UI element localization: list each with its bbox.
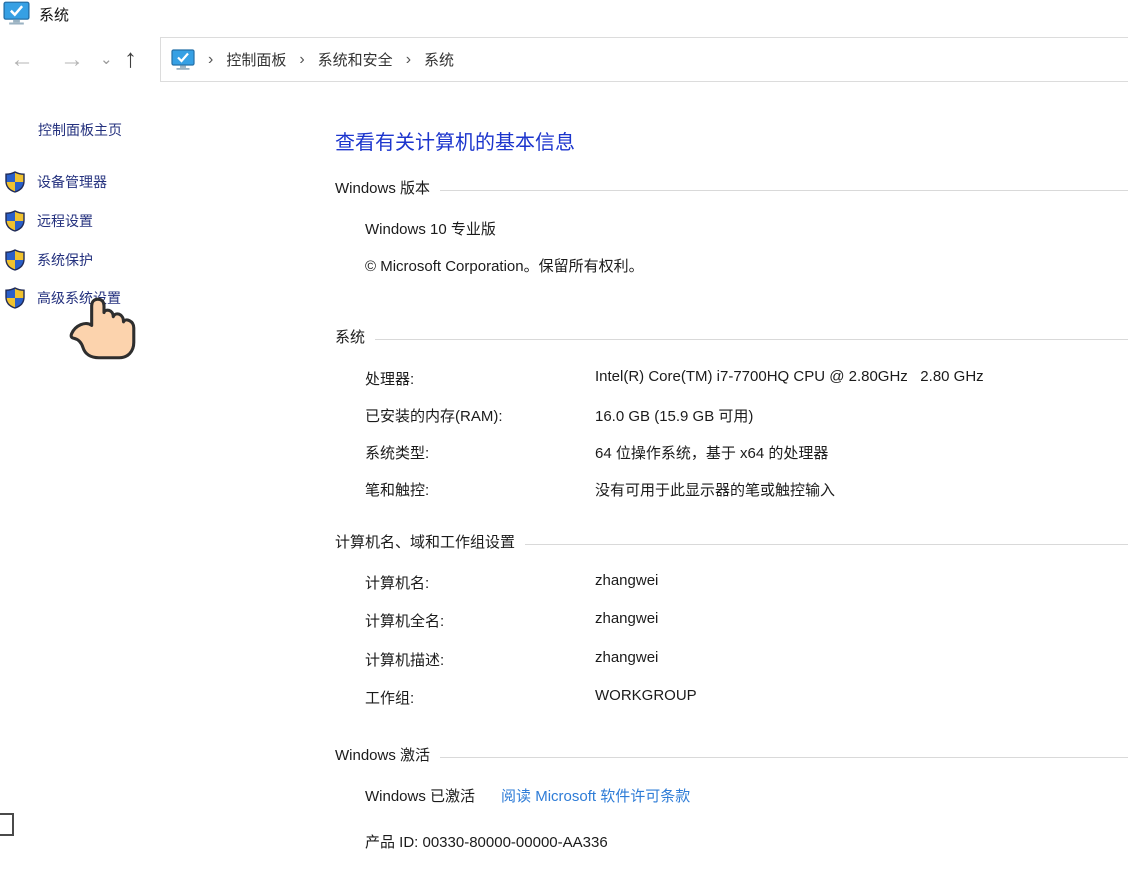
row-label: 计算机名: <box>365 572 595 593</box>
copyright-text: © Microsoft Corporation。保留所有权利。 <box>365 255 644 276</box>
page-title: 查看有关计算机的基本信息 <box>335 126 575 155</box>
row-label: 笔和触控: <box>365 479 595 500</box>
table-row: 系统类型: 64 位操作系统，基于 x64 的处理器 <box>365 442 1128 463</box>
forward-icon[interactable]: → <box>60 48 84 72</box>
cutoff-icon-fragment <box>0 813 14 836</box>
section-divider <box>375 339 1128 340</box>
row-value: 没有可用于此显示器的笔或触控输入 <box>595 479 835 500</box>
sidebar-item-advanced-system-settings[interactable]: 高级系统设置 <box>5 287 121 309</box>
row-label: 计算机全名: <box>365 610 595 631</box>
windows-edition-text: Windows 10 专业版 <box>365 218 496 239</box>
sidebar-item-device-manager[interactable]: 设备管理器 <box>5 171 107 193</box>
uac-shield-icon <box>5 249 25 271</box>
section-divider <box>525 544 1128 545</box>
row-label: 系统类型: <box>365 442 595 463</box>
row-value: 16.0 GB (15.9 GB 可用) <box>595 405 753 426</box>
breadcrumb-separator-icon: › <box>208 51 213 69</box>
table-row: 计算机全名: zhangwei <box>365 610 1128 631</box>
table-row: 计算机描述: zhangwei <box>365 649 1128 670</box>
table-row: 处理器: Intel(R) Core(TM) i7-7700HQ CPU @ 2… <box>365 368 1128 389</box>
section-header-windows-activation: Windows 激活 <box>335 744 1128 765</box>
row-value: zhangwei <box>595 610 658 631</box>
section-header-computer-name: 计算机名、域和工作组设置 <box>335 531 1128 552</box>
row-label: 工作组: <box>365 687 595 708</box>
sidebar-item-system-protection[interactable]: 系统保护 <box>5 249 93 271</box>
recent-locations-chevron-icon[interactable]: ⌄ <box>100 52 113 67</box>
sidebar-item-label: 高级系统设置 <box>37 288 121 308</box>
sidebar-item-label: 系统保护 <box>37 250 93 270</box>
back-icon[interactable]: ← <box>10 48 34 72</box>
system-monitor-icon <box>3 1 30 26</box>
license-terms-link[interactable]: 阅读 Microsoft 软件许可条款 <box>501 785 690 806</box>
section-header-windows-edition: Windows 版本 <box>335 177 1128 198</box>
product-id-text: 产品 ID: 00330-80000-00000-AA336 <box>365 831 608 852</box>
row-label: 计算机描述: <box>365 649 595 670</box>
row-value: zhangwei <box>595 572 658 593</box>
table-row: 计算机名: zhangwei <box>365 572 1128 593</box>
row-value: 64 位操作系统，基于 x64 的处理器 <box>595 442 828 463</box>
table-row: 已安装的内存(RAM): 16.0 GB (15.9 GB 可用) <box>365 405 1128 426</box>
sidebar-item-label: 设备管理器 <box>37 172 107 192</box>
breadcrumb-control-panel[interactable]: 控制面板 <box>226 49 286 70</box>
table-row: 笔和触控: 没有可用于此显示器的笔或触控输入 <box>365 479 1128 500</box>
section-title: Windows 激活 <box>335 744 430 765</box>
uac-shield-icon <box>5 287 25 309</box>
section-header-system: 系统 <box>335 326 1128 347</box>
sidebar-item-remote-settings[interactable]: 远程设置 <box>5 210 93 232</box>
section-divider <box>440 190 1128 191</box>
up-icon[interactable]: ↑ <box>124 45 137 71</box>
row-label: 处理器: <box>365 368 595 389</box>
row-value: WORKGROUP <box>595 687 697 708</box>
uac-shield-icon <box>5 171 25 193</box>
section-divider <box>440 757 1128 758</box>
activation-status: Windows 已激活 <box>365 785 475 806</box>
section-title: 计算机名、域和工作组设置 <box>335 531 515 552</box>
main-content: 查看有关计算机的基本信息 Windows 版本 Windows 10 专业版 ©… <box>335 0 1128 880</box>
breadcrumb-monitor-icon <box>171 49 195 71</box>
row-value: Intel(R) Core(TM) i7-7700HQ CPU @ 2.80GH… <box>595 368 984 389</box>
breadcrumb-separator-icon: › <box>299 51 304 69</box>
window-title: 系统 <box>39 4 69 25</box>
row-value: zhangwei <box>595 649 658 670</box>
row-label: 已安装的内存(RAM): <box>365 405 595 426</box>
section-title: Windows 版本 <box>335 177 430 198</box>
table-row: 工作组: WORKGROUP <box>365 687 1128 708</box>
sidebar-item-label: 远程设置 <box>37 211 93 231</box>
section-title: 系统 <box>335 326 365 347</box>
uac-shield-icon <box>5 210 25 232</box>
sidebar-item-control-panel-home[interactable]: 控制面板主页 <box>38 120 122 140</box>
